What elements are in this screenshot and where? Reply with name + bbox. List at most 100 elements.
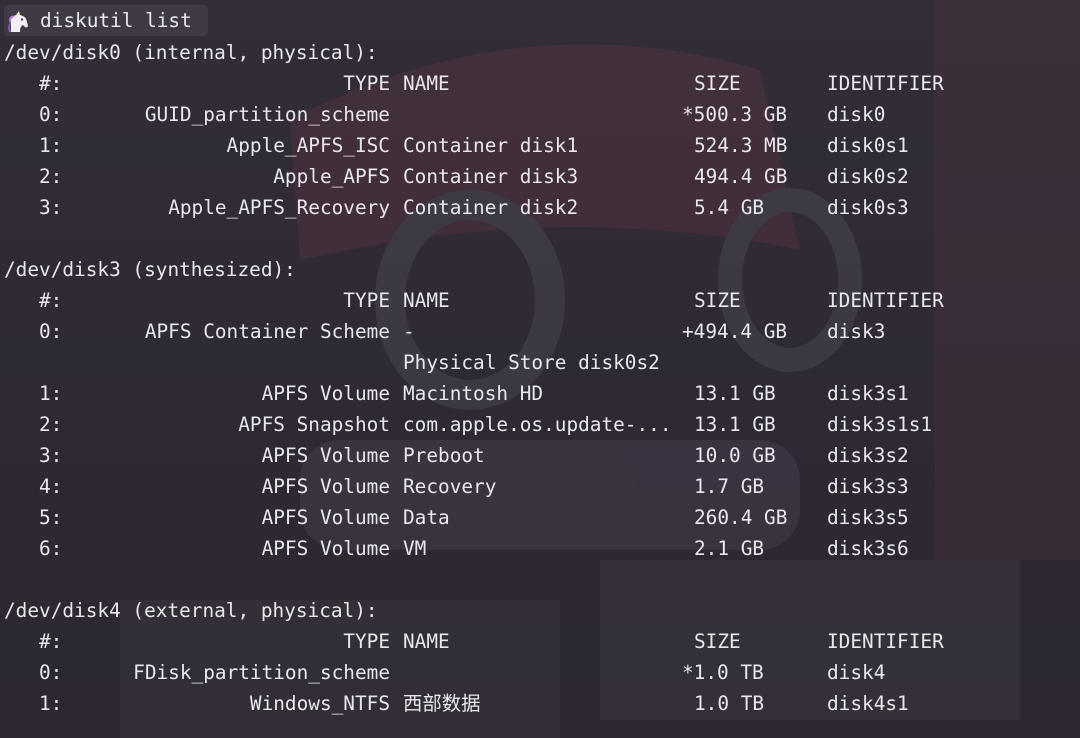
row-index: 2:: [39, 413, 63, 436]
row-identifier: disk0s1: [827, 134, 909, 157]
table-row[interactable]: 1: Apple_APFS_ISC Container disk1 524.3 …: [0, 130, 1080, 161]
row-name: VM: [403, 537, 427, 560]
table-row[interactable]: 5: APFS Volume Data 260.4 GB disk3s5: [0, 502, 1080, 533]
col-identifier-header: IDENTIFIER: [827, 289, 944, 312]
row-type: Apple_APFS_ISC: [226, 134, 390, 157]
column-header-row: #: TYPE NAME SIZE IDENTIFIER: [0, 68, 1080, 99]
row-size: 10.0 GB: [694, 444, 776, 467]
table-row[interactable]: 1: APFS Volume Macintosh HD 13.1 GB disk…: [0, 378, 1080, 409]
row-identifier: disk4: [827, 661, 886, 684]
table-row[interactable]: 2: APFS Snapshot com.apple.os.update-...…: [0, 409, 1080, 440]
row-size: 13.1 GB: [694, 413, 776, 436]
row-identifier: disk3s6: [827, 537, 909, 560]
row-type: Apple_APFS_Recovery: [168, 196, 390, 219]
row-type: APFS Snapshot: [238, 413, 390, 436]
row-type: Windows_NTFS: [249, 692, 390, 715]
row-identifier: disk3s1s1: [827, 413, 933, 436]
row-size: 260.4 GB: [694, 506, 788, 529]
row-identifier: disk3s3: [827, 475, 909, 498]
table-row[interactable]: Physical Store disk0s2: [0, 347, 1080, 378]
row-size: 524.3 MB: [694, 134, 788, 157]
table-row[interactable]: 0: GUID_partition_scheme *500.3 GB disk0: [0, 99, 1080, 130]
row-name: Container disk1: [403, 134, 579, 157]
col-type-header: TYPE: [343, 72, 390, 95]
row-index: 3:: [39, 196, 63, 219]
row-index: 3:: [39, 444, 63, 467]
row-name: com.apple.os.update-...: [403, 413, 672, 436]
row-index: 1:: [39, 692, 63, 715]
unicorn-icon: [8, 11, 28, 32]
disk-header: /dev/disk4 (external, physical):: [4, 599, 378, 622]
row-name: Preboot: [403, 444, 485, 467]
row-type: APFS Container Scheme: [144, 320, 390, 343]
col-index-header: #:: [39, 630, 63, 653]
row-size: 13.1 GB: [694, 382, 776, 405]
table-row[interactable]: 4: APFS Volume Recovery 1.7 GB disk3s3: [0, 471, 1080, 502]
row-name: Container disk3: [403, 165, 579, 188]
terminal-window[interactable]: diskutil list /dev/disk0 (internal, phys…: [0, 0, 1080, 738]
row-index: 2:: [39, 165, 63, 188]
row-index: 5:: [39, 506, 63, 529]
command-input[interactable]: diskutil list: [40, 5, 192, 36]
row-identifier: disk3s5: [827, 506, 909, 529]
disk-header: /dev/disk0 (internal, physical):: [4, 41, 378, 64]
table-row[interactable]: 1: Windows_NTFS 西部数据 1.0 TB disk4s1: [0, 688, 1080, 719]
row-size: *500.3 GB: [682, 103, 788, 126]
row-index: 6:: [39, 537, 63, 560]
row-identifier: disk4s1: [827, 692, 909, 715]
row-size: 5.4 GB: [694, 196, 765, 219]
row-identifier: disk0s3: [827, 196, 909, 219]
row-name: Data: [403, 506, 450, 529]
col-index-header: #:: [39, 72, 63, 95]
row-name: Macintosh HD: [403, 382, 544, 405]
col-index-header: #:: [39, 289, 63, 312]
row-size: 2.1 GB: [694, 537, 765, 560]
col-size-header: SIZE: [694, 630, 741, 653]
col-type-header: TYPE: [343, 289, 390, 312]
column-header-row: #: TYPE NAME SIZE IDENTIFIER: [0, 285, 1080, 316]
row-identifier: disk3s1: [827, 382, 909, 405]
table-row[interactable]: 0: FDisk_partition_scheme *1.0 TB disk4: [0, 657, 1080, 688]
col-name-header: NAME: [403, 289, 450, 312]
col-name-header: NAME: [403, 630, 450, 653]
row-type: FDisk_partition_scheme: [133, 661, 390, 684]
row-type: APFS Volume: [261, 506, 390, 529]
row-size: *1.0 TB: [682, 661, 764, 684]
row-size: 494.4 GB: [694, 165, 788, 188]
row-name: Container disk2: [403, 196, 579, 219]
row-type: GUID_partition_scheme: [144, 103, 390, 126]
row-type: Apple_APFS: [273, 165, 390, 188]
col-size-header: SIZE: [694, 289, 741, 312]
col-identifier-header: IDENTIFIER: [827, 630, 944, 653]
row-type: APFS Volume: [261, 444, 390, 467]
row-name: Physical Store disk0s2: [403, 351, 660, 374]
row-type: APFS Volume: [261, 537, 390, 560]
row-identifier: disk0s2: [827, 165, 909, 188]
row-size: +494.4 GB: [682, 320, 788, 343]
row-index: 0:: [39, 661, 63, 684]
row-identifier: disk3: [827, 320, 886, 343]
table-row[interactable]: 3: Apple_APFS_Recovery Container disk2 5…: [0, 192, 1080, 223]
col-identifier-header: IDENTIFIER: [827, 72, 944, 95]
row-type: APFS Volume: [261, 475, 390, 498]
row-index: 0:: [39, 103, 63, 126]
table-row[interactable]: 2: Apple_APFS Container disk3 494.4 GB d…: [0, 161, 1080, 192]
row-index: 1:: [39, 382, 63, 405]
table-row[interactable]: 3: APFS Volume Preboot 10.0 GB disk3s2: [0, 440, 1080, 471]
row-size: 1.7 GB: [694, 475, 765, 498]
table-row[interactable]: 6: APFS Volume VM 2.1 GB disk3s6: [0, 533, 1080, 564]
row-identifier: disk0: [827, 103, 886, 126]
row-identifier: disk3s2: [827, 444, 909, 467]
row-index: 4:: [39, 475, 63, 498]
row-size: 1.0 TB: [694, 692, 765, 715]
table-row[interactable]: 0: APFS Container Scheme - +494.4 GB dis…: [0, 316, 1080, 347]
row-name: 西部数据: [403, 692, 481, 715]
row-index: 0:: [39, 320, 63, 343]
disk-header: /dev/disk3 (synthesized):: [4, 258, 296, 281]
row-type: APFS Volume: [261, 382, 390, 405]
row-name: -: [403, 320, 415, 343]
col-size-header: SIZE: [694, 72, 741, 95]
col-name-header: NAME: [403, 72, 450, 95]
column-header-row: #: TYPE NAME SIZE IDENTIFIER: [0, 626, 1080, 657]
row-name: Recovery: [403, 475, 497, 498]
